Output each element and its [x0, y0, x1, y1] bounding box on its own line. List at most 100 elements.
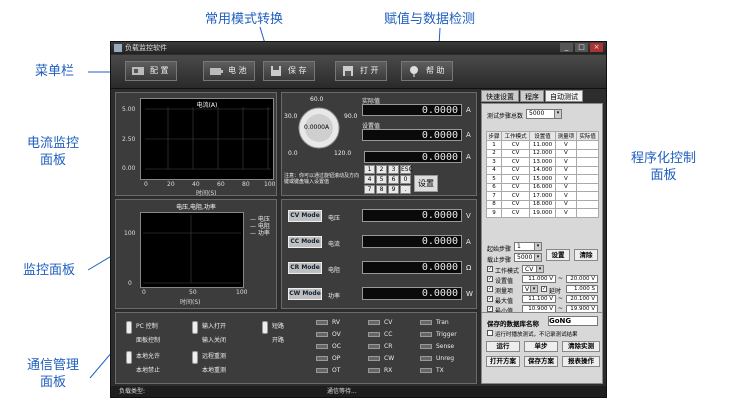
table-cell [576, 157, 599, 167]
key-8[interactable]: 8 [376, 185, 387, 194]
cc-mode-button[interactable]: CC Mode [288, 236, 322, 248]
led-label: CR [384, 343, 393, 350]
report-button[interactable]: 报表操作 [562, 356, 600, 367]
table-row[interactable]: 9 CV 19.000 V [486, 208, 599, 218]
total-steps-field[interactable]: 5000 ▾ [526, 109, 562, 119]
current-plot: 电流(A) [140, 98, 274, 180]
cr-mode-button[interactable]: CR Mode [288, 262, 322, 274]
delay-field[interactable]: 1.000 S [566, 285, 598, 293]
setval-max-field[interactable]: 20.000 V [566, 275, 598, 283]
voltage-display: 0.0000 [362, 209, 462, 222]
setvalue-display: 0.0000 [362, 129, 462, 141]
key-1[interactable]: 1 [364, 165, 375, 174]
current-monitor-panel: 电流(A) 5.00 2.50 0.00 0 20 40 60 80 100 时… [115, 92, 277, 197]
maximize-button[interactable]: □ [575, 43, 588, 52]
key-7[interactable]: 7 [364, 185, 375, 194]
table-row[interactable]: 4 CV 14.000 V [486, 165, 599, 175]
close-button[interactable]: × [590, 43, 603, 52]
key-3[interactable]: 3 [388, 165, 399, 174]
set-button[interactable]: 设置 [414, 175, 438, 192]
table-cell: V [554, 148, 578, 158]
led-label: CW [384, 355, 395, 362]
table-row[interactable]: 7 CV 17.000 V [486, 191, 599, 201]
key-6[interactable]: 6 [388, 175, 399, 184]
key-dot[interactable]: . [400, 185, 411, 194]
save-button[interactable]: 保 存 [263, 61, 315, 81]
table-cell: V [554, 140, 578, 150]
local-toggle[interactable] [126, 351, 132, 364]
led-indicator [368, 368, 380, 373]
short-toggle[interactable] [262, 321, 268, 334]
measure-checkbox[interactable]: ✓ [487, 286, 493, 292]
cw-mode-button[interactable]: CW Mode [288, 288, 322, 300]
delay-checkbox[interactable]: ✓ [541, 286, 547, 292]
config-button[interactable]: 配 置 [125, 61, 177, 81]
callout-comm-panel: 通信管理 面板 [27, 358, 80, 390]
mode-select[interactable]: CV ▾ [522, 265, 544, 273]
key-2[interactable]: 2 [376, 165, 387, 174]
keypad: 1 2 3 ESC 4 5 6 0 7 8 9 . [364, 165, 413, 194]
tab-auto-test[interactable]: 自动测试 [545, 90, 583, 102]
open-button[interactable]: 打 开 [335, 61, 387, 81]
max-min-field[interactable]: 11.100 V [522, 295, 556, 303]
cv-mode-button[interactable]: CV Mode [288, 210, 322, 222]
comm-panel: PC 控制 面板控制 输入打开 输入关闭 短路 开路 本地允许 本地禁止 远程重… [115, 312, 477, 384]
key-esc[interactable]: ESC [400, 165, 413, 174]
knob-tick: 120.0 [334, 150, 352, 157]
column-header: 实际值 [576, 131, 599, 141]
tab-quick-setup[interactable]: 快速设置 [481, 90, 519, 102]
save-plan-button[interactable]: 保存方案 [524, 356, 558, 367]
table-cell: 7 [486, 191, 502, 201]
table-cell: 19.000 [529, 208, 556, 218]
current-plot-grid [145, 107, 271, 170]
start-step-field[interactable]: 1 ▾ [514, 242, 542, 251]
mode-checkbox[interactable]: ✓ [487, 266, 493, 272]
max-checkbox[interactable]: ✓ [487, 296, 493, 302]
key-0[interactable]: 0 [400, 175, 411, 184]
table-row[interactable]: 8 CV 18.000 V [486, 199, 599, 209]
minimize-button[interactable]: _ [560, 43, 573, 52]
open-plan-button[interactable]: 打开方案 [486, 356, 520, 367]
step-clear-button[interactable]: 清除 [574, 249, 598, 261]
measure-select[interactable]: V ▾ [522, 285, 538, 293]
table-row[interactable]: 6 CV 16.000 V [486, 182, 599, 192]
single-step-button[interactable]: 单步 [524, 341, 558, 352]
table-cell: CV [500, 140, 531, 150]
current-display: 0.0000 [362, 235, 462, 248]
table-row[interactable]: 2 CV 12.000 V [486, 148, 599, 158]
help-icon [410, 66, 418, 77]
table-row[interactable]: 3 CV 13.000 V [486, 157, 599, 167]
max-max-field[interactable]: 20.100 V [566, 295, 598, 303]
table-cell: V [554, 157, 578, 167]
db-name-field[interactable]: GoNG [548, 316, 598, 326]
battery-button[interactable]: 电 池 [203, 61, 255, 81]
setval-min-field[interactable]: 11.000 V [522, 275, 556, 283]
run-button[interactable]: 运行 [486, 341, 520, 352]
setval-checkbox[interactable]: ✓ [487, 276, 493, 282]
led-label: Unreg [436, 355, 455, 362]
config-icon [132, 67, 144, 75]
clear-results-button[interactable]: 清除实测 [562, 341, 600, 352]
step-set-button[interactable]: 设置 [546, 249, 570, 261]
pc-control-toggle[interactable] [126, 321, 132, 334]
toggle-label: 输入关闭 [202, 337, 227, 344]
key-4[interactable]: 4 [364, 175, 375, 184]
playback-checkbox[interactable] [487, 330, 493, 336]
tab-program[interactable]: 程序 [520, 90, 544, 102]
key-9[interactable]: 9 [388, 185, 399, 194]
help-button[interactable]: 帮 助 [401, 61, 453, 81]
measure-display: 0.0000 [362, 104, 462, 116]
program-panel: 测试步骤总数 5000 ▾ 步骤 工作模式 设置值 测量项 实际值 1 CV 11.0… [481, 103, 603, 343]
table-row[interactable]: 1 CV 11.000 V [486, 140, 599, 150]
column-header: 测量项 [554, 131, 578, 141]
knob-value: 0.0000A [304, 124, 330, 131]
end-step-field[interactable]: 5000 ▾ [514, 253, 542, 262]
key-5[interactable]: 5 [376, 175, 387, 184]
remote-toggle[interactable] [192, 351, 198, 364]
table-cell: V [554, 208, 578, 218]
total-steps-label: 测试步骤总数 [487, 113, 524, 120]
input-toggle[interactable] [192, 321, 198, 334]
input-display[interactable]: 0.0000 [364, 151, 462, 163]
table-row[interactable]: 5 CV 15.000 V [486, 174, 599, 184]
end-step-label: 载止步骤 [487, 257, 512, 264]
